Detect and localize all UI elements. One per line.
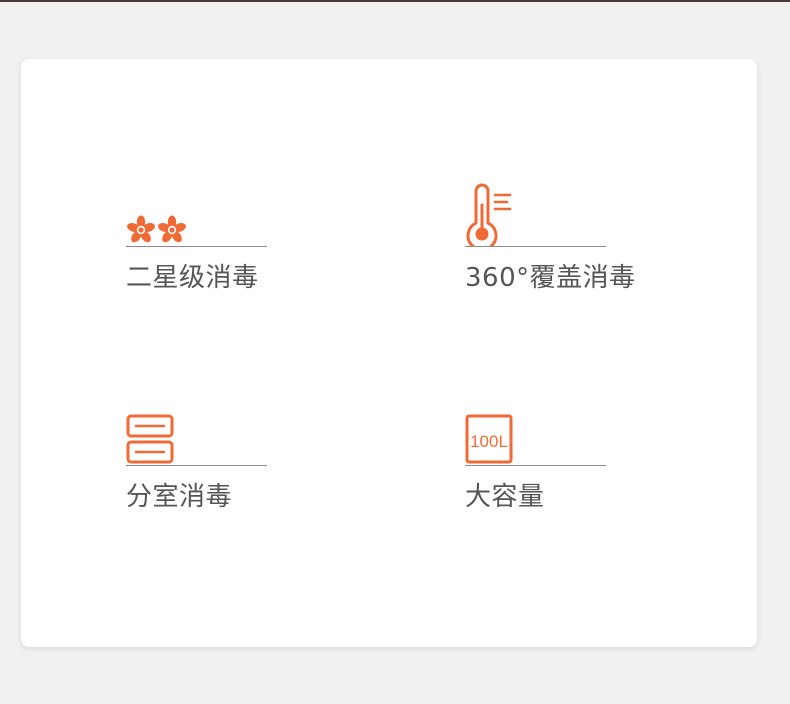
- feature-large-capacity: 100L 大容量: [465, 398, 665, 512]
- feature-label: 360°覆盖消毒: [465, 263, 636, 293]
- capacity-100l-icon: 100L: [465, 414, 513, 464]
- feature-divider: [465, 465, 606, 466]
- thermometer-icon: [466, 183, 512, 247]
- feature-two-star-disinfection: 二星级消毒: [126, 179, 326, 293]
- feature-divider: [126, 246, 267, 247]
- feature-label: 大容量: [465, 482, 545, 512]
- two-compartment-icon: [126, 414, 174, 464]
- feature-card: 二星级消毒 360°覆盖消毒 分室消毒 100L 大容量: [21, 59, 757, 647]
- feature-divider: [465, 246, 606, 247]
- feature-label: 分室消毒: [126, 482, 233, 512]
- top-divider: [0, 0, 790, 2]
- two-stars-icon: [127, 215, 186, 243]
- feature-360-coverage: 360°覆盖消毒: [465, 179, 665, 293]
- capacity-icon-text: 100L: [470, 432, 508, 451]
- feature-label: 二星级消毒: [126, 263, 259, 293]
- feature-compartment-disinfection: 分室消毒: [126, 398, 326, 512]
- feature-divider: [126, 465, 267, 466]
